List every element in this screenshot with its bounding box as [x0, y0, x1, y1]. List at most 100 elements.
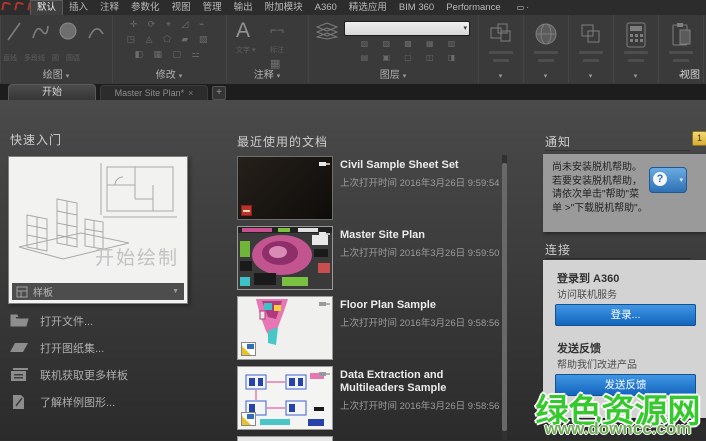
quickstart-links: 打开文件... 打开图纸集... 联机获取更多样板 了解样例图形...: [10, 307, 230, 415]
doc-title[interactable]: Data Extraction and Multileaders Sample: [340, 369, 502, 395]
ribbon-tab-output[interactable]: 输出: [228, 0, 259, 15]
dimension-label: 标注: [270, 45, 284, 55]
doc-title[interactable]: Civil Sample Sheet Set: [340, 159, 502, 172]
start-drawing-card[interactable]: 开始绘制 样板 ▼: [8, 156, 188, 304]
recent-doc-partial[interactable]: [237, 436, 333, 441]
ribbon-overflow-icon[interactable]: ▭ ·: [517, 0, 529, 15]
ribbon-tab-manage[interactable]: 管理: [197, 0, 228, 15]
modify-icons-row1: ✛ ⟳ ⌖ ◿ ⌁: [112, 19, 226, 30]
ribbon-tab-featured-apps[interactable]: 精选应用: [343, 0, 393, 15]
ribbon-tab-annotate[interactable]: 注释: [94, 0, 125, 15]
doc-meta: 上次打开时间 2016年3月26日 9:58:56: [340, 315, 502, 329]
doc-title[interactable]: Master Site Plan: [340, 229, 502, 242]
ribbon-tab-a360[interactable]: A360: [309, 0, 343, 15]
dropdown-caret-icon: ▾: [277, 73, 281, 80]
group-icon: [579, 22, 603, 46]
new-tab-button[interactable]: +: [212, 86, 226, 100]
layer-icons-row2: ▤ ▣ ▢ ◫ ◨: [344, 53, 478, 62]
line-label: 直线: [3, 53, 17, 63]
ribbon-tab-parametric[interactable]: 参数化: [125, 0, 166, 15]
layers-panel: ▾ ▧ ▨ ▩ ▦ ▥ ▤ ▣ ▢ ◫ ◨ 图层▾: [308, 15, 479, 83]
annotate-panel-label[interactable]: 注释▾: [226, 66, 308, 81]
feedback-subtitle: 帮助我们改进产品: [557, 356, 637, 371]
tab-start[interactable]: 开始: [8, 84, 96, 100]
recent-doc-civil-sample[interactable]: Civil Sample Sheet Set 上次打开时间 2016年3月26日…: [237, 156, 505, 226]
pin-icon[interactable]: [318, 298, 330, 310]
scrollbar-thumb[interactable]: [502, 163, 507, 431]
close-icon[interactable]: ×: [188, 88, 193, 98]
pin-icon[interactable]: [318, 228, 330, 240]
dropdown-caret-icon: ▾: [589, 72, 593, 80]
a360-signin-title: 登录到 A360: [557, 270, 619, 286]
recent-docs-heading: 最近使用的文档: [237, 133, 328, 150]
sample-drawings-link[interactable]: 了解样例图形...: [10, 388, 230, 415]
doc-meta: 上次打开时间 2016年3月26日 9:59:54: [340, 175, 502, 189]
ribbon-tab-addins[interactable]: 附加模块: [259, 0, 309, 15]
polyline-tool-icon[interactable]: [31, 20, 49, 42]
ribbon-tab-view[interactable]: 视图: [166, 0, 197, 15]
online-templates-icon: [10, 367, 29, 382]
doc-title[interactable]: Floor Plan Sample: [340, 299, 502, 312]
modify-panel: ✛ ⟳ ⌖ ◿ ⌁ ◳ ◬ ⬠ ▰ ▧ ◧ ▦ ▢ ⚍ 修改▾: [112, 15, 227, 83]
ribbon-tab-performance[interactable]: Performance: [440, 0, 506, 15]
layers-panel-label[interactable]: 图层▾: [308, 66, 478, 81]
help-icon: ?: [653, 172, 667, 186]
modify-panel-label[interactable]: 修改▾: [112, 66, 226, 81]
notifications-heading: 通知: [545, 133, 690, 151]
template-label: 样板: [33, 284, 169, 299]
globe-icon: [534, 22, 558, 46]
recent-docs-scrollbar[interactable]: [502, 155, 507, 440]
layer-icons-row1: ▧ ▨ ▩ ▦ ▥: [344, 39, 478, 48]
notification-count-badge: 1: [692, 131, 706, 146]
ribbon-tab-default[interactable]: 默认: [30, 0, 63, 15]
sheet-set-icon: [10, 341, 29, 354]
sample-drawing-icon: [10, 394, 29, 410]
block-panel[interactable]: ▾: [478, 15, 524, 83]
text-label: 文字 ▾: [236, 45, 255, 55]
ribbon-tab-bim360[interactable]: BIM 360: [393, 0, 440, 15]
dwg-file-badge: [241, 412, 256, 426]
recent-doc-data-extraction[interactable]: Data Extraction and Multileaders Sample …: [237, 366, 505, 436]
utilities-panel[interactable]: ▾: [613, 15, 659, 83]
ribbon-tab-insert[interactable]: 插入: [63, 0, 94, 15]
line-tool-icon[interactable]: [6, 20, 22, 42]
draw-panel-label[interactable]: 绘图▾: [0, 66, 112, 81]
help-download-button[interactable]: ? ▾: [649, 167, 687, 193]
layer-select[interactable]: ▾: [344, 21, 470, 36]
file-tab-bar: 开始 Master Site Plan*× +: [0, 84, 706, 100]
open-sheet-set-link[interactable]: 打开图纸集...: [10, 334, 230, 361]
dropdown-caret-icon: ▾: [463, 24, 467, 32]
open-files-link[interactable]: 打开文件...: [10, 307, 230, 334]
draw-tool-labels: 直线 多段线 圆 圆弧: [3, 53, 80, 63]
arc-label: 圆弧: [66, 53, 80, 63]
signin-button[interactable]: 登录...: [555, 304, 696, 326]
calculator-icon: [625, 22, 647, 48]
arc-tool-icon[interactable]: [87, 20, 105, 42]
modify-icons-row3: ◧ ▦ ▢ ⚍: [112, 49, 226, 60]
get-templates-online-link[interactable]: 联机获取更多样板: [10, 361, 230, 388]
recent-doc-master-site-plan[interactable]: Master Site Plan 上次打开时间 2016年3月26日 9:59:…: [237, 226, 505, 296]
dropdown-caret-icon: ▾: [499, 72, 503, 80]
dropdown-caret-icon: ▾: [634, 72, 638, 80]
groups-panel[interactable]: ▾: [568, 15, 614, 83]
pin-icon[interactable]: [318, 158, 330, 170]
dropdown-caret-icon: ▾: [544, 72, 548, 80]
recent-doc-floor-plan[interactable]: Floor Plan Sample 上次打开时间 2016年3月26日 9:58…: [237, 296, 505, 366]
properties-panel[interactable]: ▾: [523, 15, 569, 83]
start-drawing-label[interactable]: 开始绘制: [95, 243, 179, 270]
dropdown-caret-icon: ▼: [172, 288, 179, 295]
draw-panel: 直线 多段线 圆 圆弧 绘图▾: [0, 15, 113, 83]
ribbon: 直线 多段线 圆 圆弧 绘图▾ ✛ ⟳ ⌖ ◿ ⌁ ◳ ◬ ⬠ ▰ ▧ ◧ ▦ …: [0, 15, 706, 85]
notification-card: 尚未安装脱机帮助。若要安装脱机帮助，请依次单击"帮助"菜单 >"下载脱机帮助"。…: [543, 154, 706, 232]
layers-icon[interactable]: [316, 22, 338, 40]
text-tool-icon[interactable]: A: [236, 19, 250, 43]
template-dropdown[interactable]: 样板 ▼: [12, 283, 184, 300]
view-panel-label[interactable]: 视图: [680, 66, 700, 81]
annotate-panel: A 文字 ▾ ⌐¬ 标注 ▦ 注释▾: [226, 15, 309, 83]
connect-heading: 连接: [545, 241, 690, 259]
dimension-icon[interactable]: ⌐¬: [270, 23, 284, 37]
tab-master-site-plan[interactable]: Master Site Plan*×: [100, 85, 208, 100]
pin-icon[interactable]: [318, 368, 330, 380]
circle-tool-icon[interactable]: [58, 20, 78, 42]
clipboard-icon: [670, 22, 692, 48]
